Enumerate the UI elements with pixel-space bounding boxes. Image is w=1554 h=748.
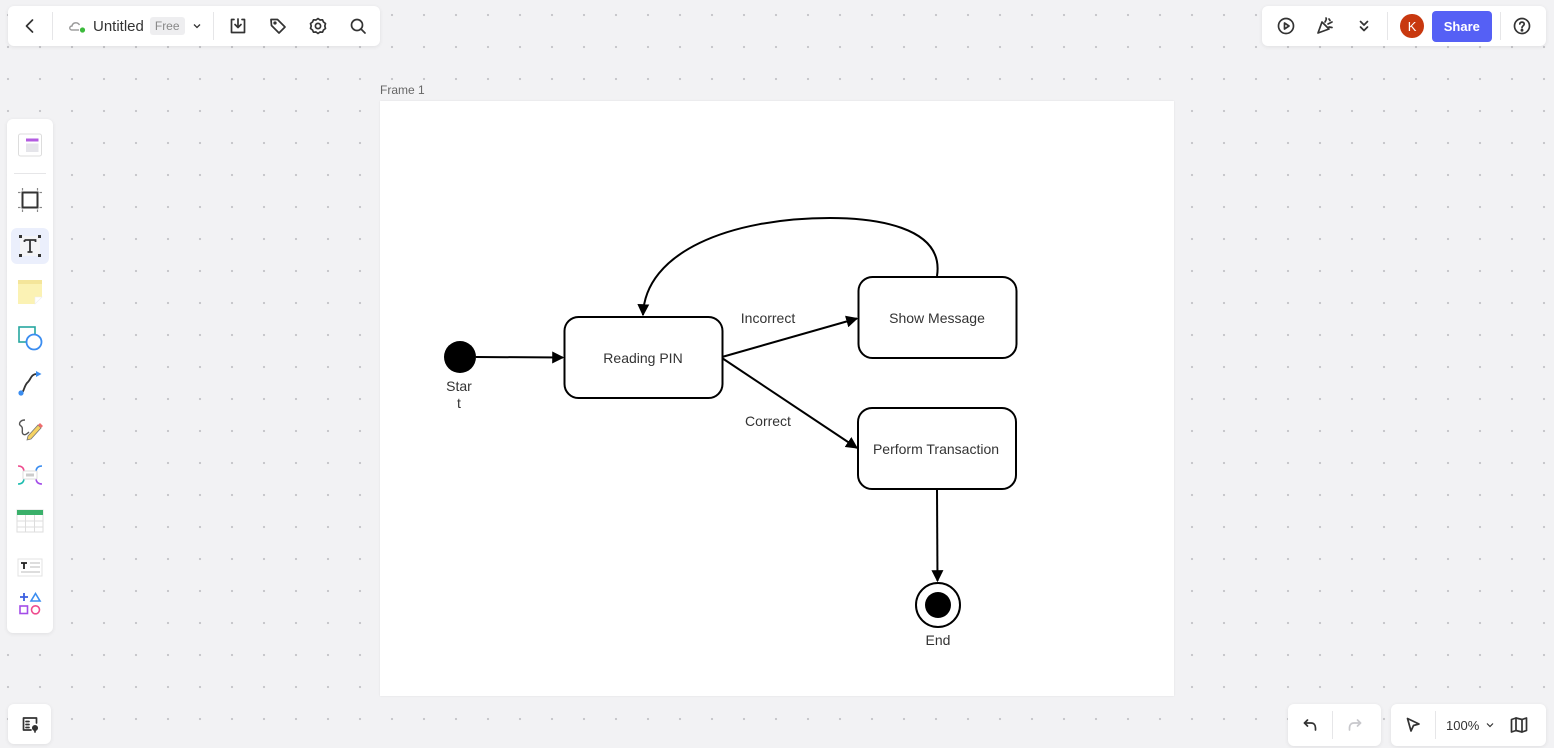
undo-button[interactable] — [1292, 707, 1328, 743]
tool-more[interactable] — [11, 587, 49, 623]
celebrate-icon — [1316, 17, 1333, 34]
left-toolbar — [7, 119, 53, 633]
user-avatar[interactable]: K — [1400, 14, 1424, 38]
chevron-down-icon — [1486, 723, 1494, 728]
sticky-note-icon — [18, 279, 43, 305]
state-label: Perform Transaction — [873, 441, 999, 457]
shape-icon — [18, 325, 43, 350]
outline-button[interactable] — [12, 706, 48, 742]
tool-shape[interactable] — [11, 320, 49, 356]
divider — [1332, 711, 1333, 739]
template-icon — [18, 133, 42, 157]
initial-state-node[interactable] — [444, 341, 476, 373]
state-show-message[interactable]: Show Message — [857, 276, 1018, 359]
frame-icon — [18, 187, 42, 212]
tool-pen[interactable] — [11, 411, 49, 447]
state-label: Show Message — [889, 310, 985, 326]
top-right-toolbar: K Share — [1262, 6, 1546, 46]
plan-badge: Free — [149, 17, 185, 35]
play-icon — [1277, 17, 1294, 35]
outline-map-icon — [22, 717, 38, 733]
start-label-line1: Star — [446, 378, 472, 394]
double-chevron-down-icon — [1359, 20, 1369, 32]
frame-label[interactable]: Frame 1 — [380, 83, 425, 97]
redo-icon — [1348, 719, 1362, 731]
share-button[interactable]: Share — [1431, 10, 1492, 42]
top-left-toolbar: Untitled Free — [8, 6, 380, 46]
tag-icon — [269, 18, 286, 34]
help-button[interactable] — [1505, 8, 1540, 44]
pen-icon — [18, 419, 43, 441]
more-tools-icon — [19, 592, 42, 615]
connector-icon — [18, 370, 42, 396]
frame-canvas[interactable] — [380, 101, 1174, 696]
gear-icon — [309, 17, 326, 35]
zoom-level-select[interactable]: 100% — [1440, 718, 1501, 733]
divider — [1499, 12, 1501, 40]
zoom-panel: 100% — [1391, 704, 1546, 746]
text-block-icon — [17, 558, 43, 577]
expand-more-button[interactable] — [1346, 8, 1381, 44]
settings-button[interactable] — [300, 8, 336, 44]
toolbar-divider — [14, 172, 46, 174]
state-reading-pin[interactable]: Reading PIN — [563, 316, 724, 399]
tool-text-block[interactable] — [11, 549, 49, 585]
divider — [1387, 12, 1389, 40]
edge-label-correct: Correct — [745, 413, 791, 429]
edge-perform-transaction-to-end[interactable] — [931, 489, 944, 583]
tool-connector[interactable] — [11, 366, 49, 402]
document-title-menu[interactable]: Untitled Free — [57, 8, 209, 44]
tool-table[interactable] — [11, 503, 49, 539]
divider — [52, 12, 53, 40]
minimap-button[interactable] — [1501, 707, 1537, 743]
document-title: Untitled — [93, 17, 144, 35]
redo-button[interactable] — [1337, 707, 1373, 743]
final-state-node[interactable] — [915, 582, 961, 628]
zoom-level-value: 100% — [1446, 717, 1480, 733]
history-panel — [1288, 704, 1381, 746]
table-icon — [16, 509, 44, 533]
cursor-icon — [1406, 717, 1420, 732]
divider — [1435, 711, 1436, 739]
search-button[interactable] — [340, 8, 376, 44]
present-button[interactable] — [1268, 8, 1303, 44]
mindmap-icon — [17, 465, 43, 486]
state-perform-transaction[interactable]: Perform Transaction — [857, 407, 1017, 490]
cloud-synced-icon — [69, 22, 86, 33]
start-label-line2: t — [457, 395, 461, 411]
help-icon — [1514, 17, 1531, 35]
end-label: End — [926, 632, 951, 648]
tool-mindmap[interactable] — [11, 457, 49, 493]
undo-icon — [1303, 719, 1317, 731]
celebrate-button[interactable] — [1307, 8, 1342, 44]
tool-frame[interactable] — [11, 182, 49, 218]
download-button[interactable] — [220, 8, 256, 44]
tool-text[interactable] — [11, 227, 49, 264]
edge-start-to-reading-pin[interactable] — [475, 351, 565, 364]
edge-label-incorrect: Incorrect — [741, 310, 796, 326]
divider — [212, 12, 214, 40]
chevron-down-icon — [193, 24, 201, 29]
tag-button[interactable] — [260, 8, 296, 44]
select-tool-button[interactable] — [1395, 707, 1431, 743]
state-label: Reading PIN — [603, 350, 682, 366]
tool-template[interactable] — [11, 127, 49, 163]
search-icon — [350, 18, 366, 34]
bottom-left-panel — [8, 704, 51, 744]
download-icon — [230, 18, 245, 34]
text-icon — [19, 234, 41, 257]
chevron-left-icon — [25, 19, 34, 33]
back-button[interactable] — [12, 8, 48, 44]
map-icon — [1510, 717, 1528, 733]
tool-sticky-note[interactable] — [11, 274, 49, 310]
